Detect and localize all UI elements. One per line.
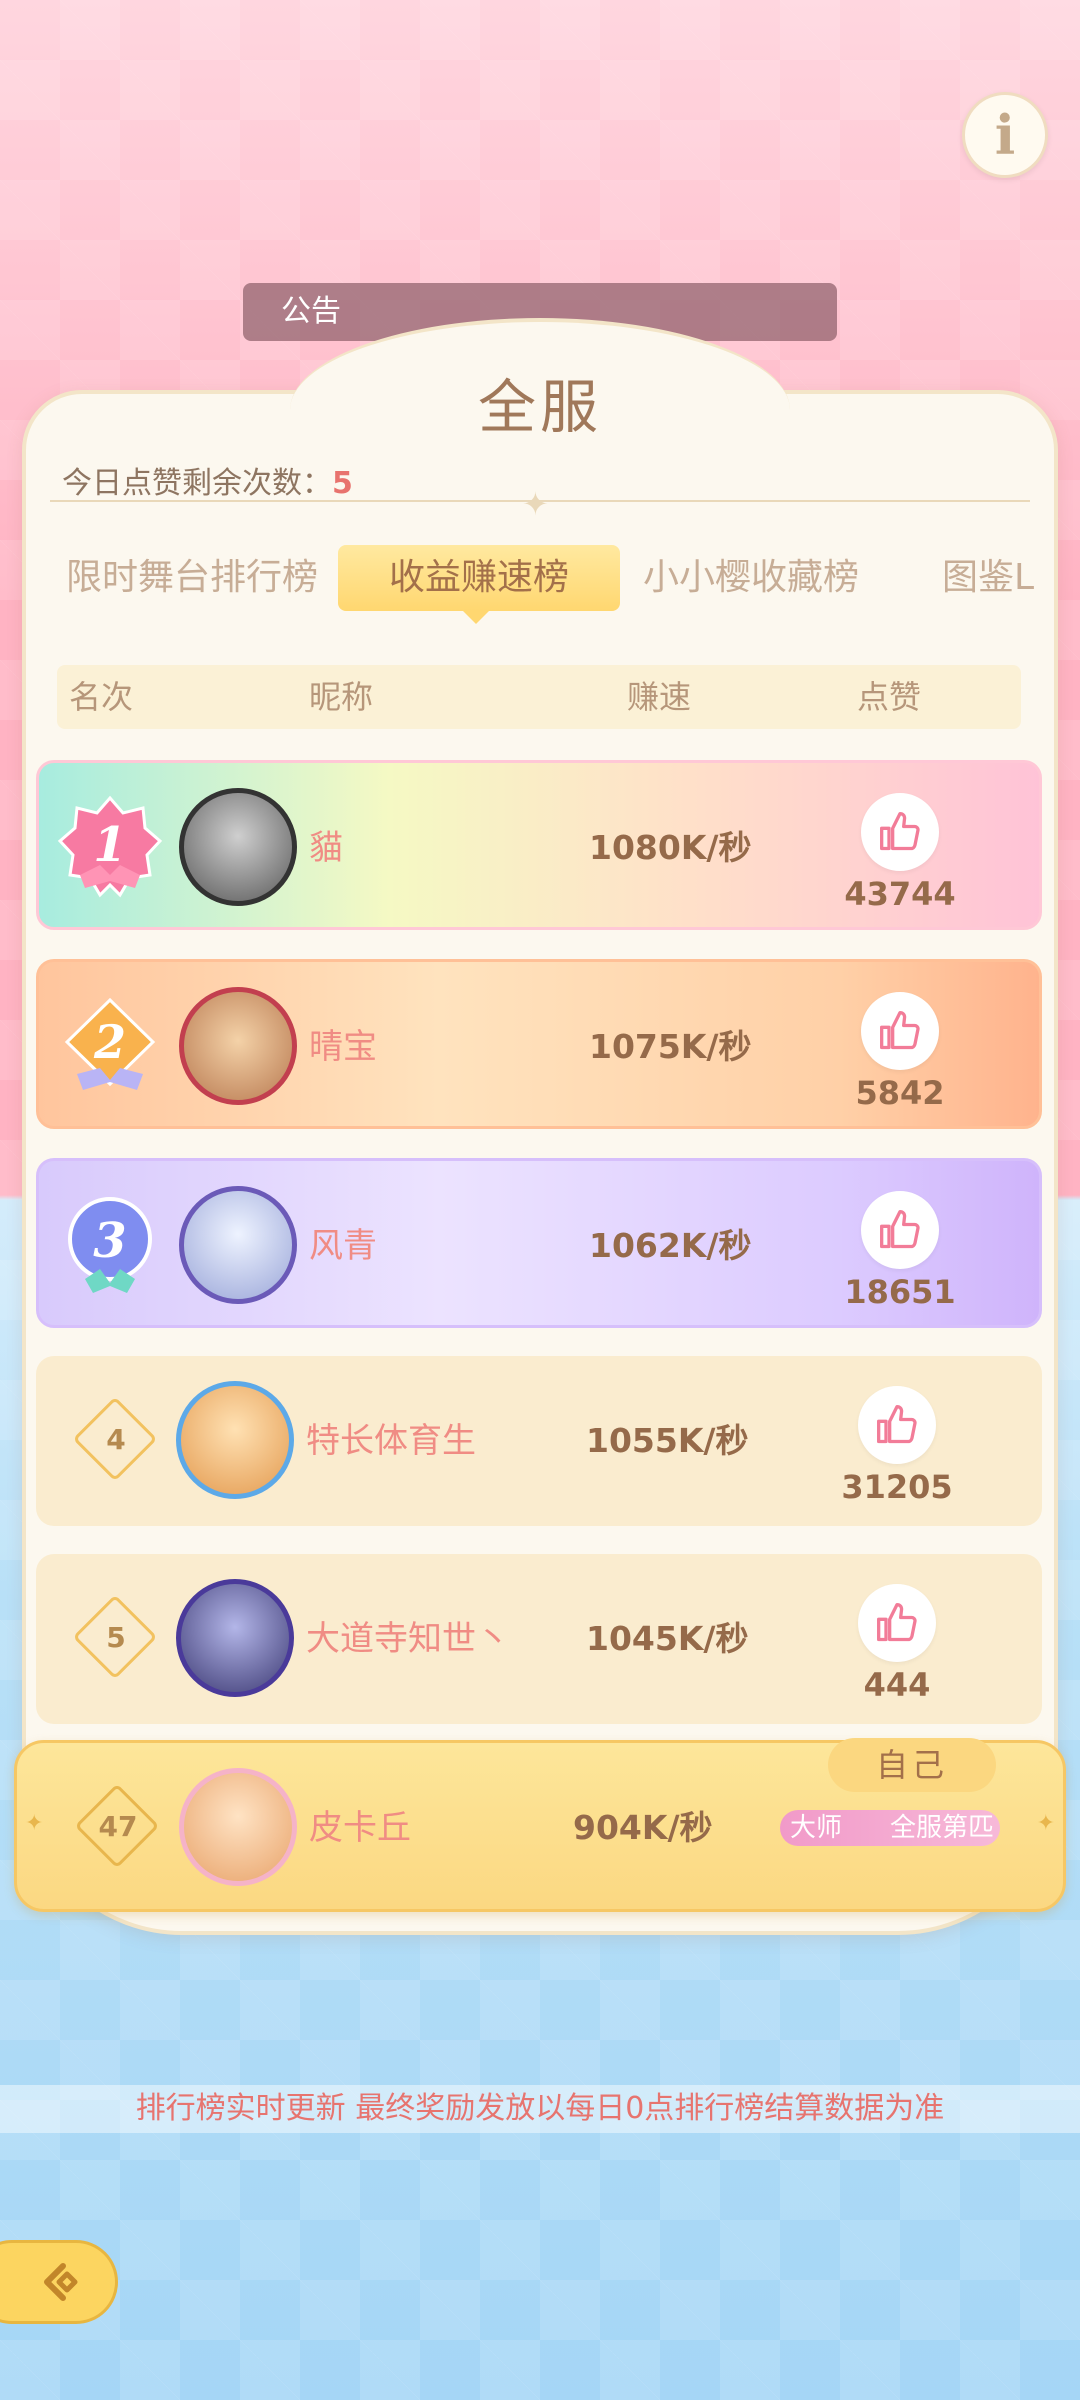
page-title: 全服 [477,373,602,441]
svg-text:2: 2 [93,1015,126,1069]
avatar[interactable] [176,1381,294,1499]
back-arrow-icon [44,2263,78,2301]
like-count: 5842 [855,1074,945,1112]
earning-speed: 1080K/秒 [589,828,752,867]
earning-speed: 904K/秒 [573,1808,713,1847]
title-badge: 大师 全服第匹 [780,1810,1000,1846]
leaderboard-row[interactable]: 3 风青 1062K/秒 18651 [36,1158,1042,1328]
leaderboard-row[interactable]: 2 晴宝 1075K/秒 5842 [36,959,1042,1129]
leaderboard-row[interactable]: 4 特长体育生 1055K/秒 31205 [36,1356,1042,1526]
avatar[interactable] [179,1768,297,1886]
column-rank: 名次 [69,678,134,716]
footer-note: 排行榜实时更新 最终奖励发放以每日0点排行榜结算数据为准 [135,2091,945,2126]
leaderboard-row[interactable]: 5 大道寺知世丶 1045K/秒 444 [36,1554,1042,1724]
like-button[interactable] [858,1584,936,1662]
sparkle-icon: ✦ [25,1811,44,1836]
rank-badge: 5 [72,1594,160,1682]
column-header: 名次 昵称 赚速 点赞 [57,665,1021,729]
thumbs-up-icon [880,1210,920,1249]
svg-text:3: 3 [93,1213,126,1269]
tab-sakura-collection[interactable]: 小小樱收藏榜 [643,545,859,611]
title-rank: 大师 [790,1813,843,1843]
column-speed: 赚速 [627,678,692,716]
player-name: 风青 [309,1226,377,1266]
info-icon: i [994,103,1016,167]
column-likes: 点赞 [857,678,922,716]
earning-speed: 1045K/秒 [586,1619,749,1658]
active-tab-pointer [462,610,490,624]
column-nickname: 昵称 [309,678,374,716]
avatar[interactable] [179,788,297,906]
like-count: 31205 [841,1468,953,1506]
avatar[interactable] [179,987,297,1105]
rank-medal-bronze-icon: 3 [68,1197,152,1293]
leaderboard-row[interactable]: 1 貓 1080K/秒 43744 [36,760,1042,930]
rank-number: 47 [98,1810,138,1843]
rank-badge: 4 [72,1396,160,1484]
like-button[interactable] [861,1191,939,1269]
tab-bar: 限时舞台排行榜 收益赚速榜 小小樱收藏榜 图鉴L [0,545,1080,615]
like-count: 444 [863,1666,931,1704]
player-name: 皮卡丘 [309,1808,411,1848]
likes-remaining: 今日点赞剩余次数：5 [62,458,353,502]
like-button[interactable] [861,793,939,871]
rank-medal-silver-icon: 2 [64,997,156,1090]
divider-star-icon: ✦ [522,485,549,523]
player-name: 特长体育生 [306,1421,476,1461]
back-button[interactable] [0,2240,118,2324]
likes-remaining-value: 5 [332,466,353,501]
rank-badge: 47 [74,1783,162,1871]
earning-speed: 1062K/秒 [589,1226,752,1265]
tab-stage-ranking[interactable]: 限时舞台排行榜 [66,545,318,611]
title-server-rank: 全服第匹 [890,1813,995,1843]
thumbs-up-icon [877,1603,917,1642]
like-count: 18651 [844,1273,956,1311]
earning-speed: 1055K/秒 [586,1421,749,1460]
rank-number: 5 [106,1621,126,1654]
sparkle-icon: ✦ [1036,1811,1055,1836]
info-button[interactable]: i [962,92,1048,178]
player-name: 晴宝 [309,1027,377,1067]
like-button[interactable] [858,1386,936,1464]
avatar[interactable] [176,1579,294,1697]
avatar[interactable] [179,1186,297,1304]
rank-number: 4 [106,1423,126,1456]
earning-speed: 1075K/秒 [589,1027,752,1066]
tab-codex[interactable]: 图鉴L [942,545,1034,611]
thumbs-up-icon [880,1011,920,1050]
likes-remaining-label: 今日点赞剩余次数： [62,466,332,501]
thumbs-up-icon [880,812,920,851]
player-name: 大道寺知世丶 [306,1619,510,1659]
svg-text:1: 1 [93,817,126,873]
player-name: 貓 [309,828,343,868]
thumbs-up-icon [877,1405,917,1444]
self-tag: 自己 [828,1738,996,1792]
like-button[interactable] [861,992,939,1070]
like-count: 43744 [844,875,956,913]
rank-medal-gold-icon: 1 [57,795,163,898]
tab-earning-speed[interactable]: 收益赚速榜 [338,545,620,611]
